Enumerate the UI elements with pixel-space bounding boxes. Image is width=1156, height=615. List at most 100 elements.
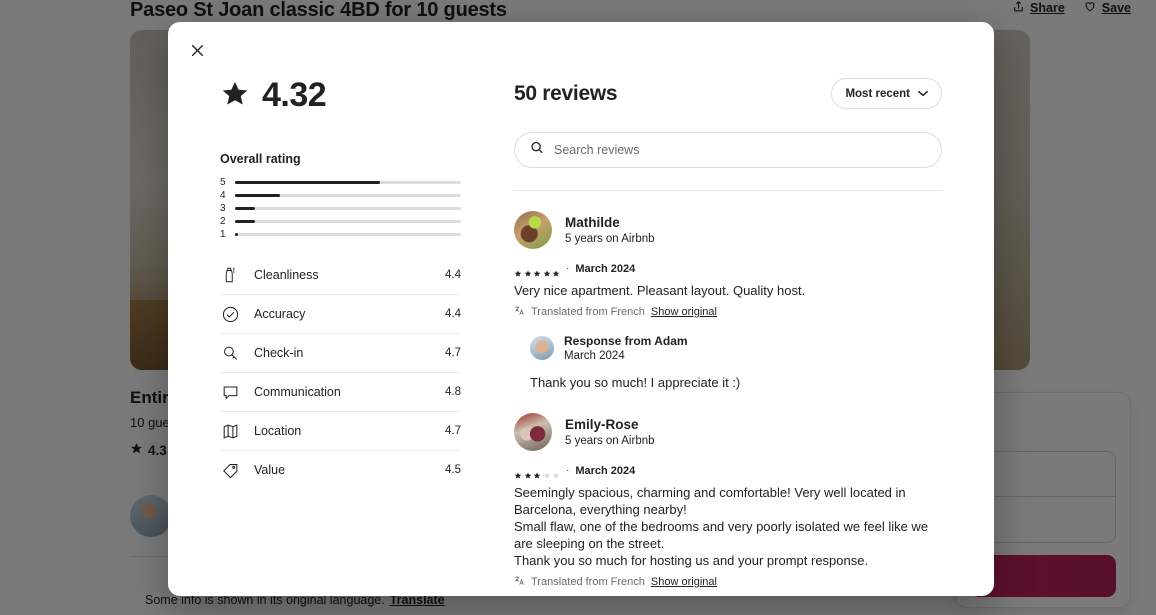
distribution-fill: [235, 180, 380, 185]
search-reviews-wrapper: [514, 132, 942, 168]
distribution-track: [235, 193, 461, 198]
divider: [514, 190, 942, 191]
distribution-row: 2: [220, 215, 461, 228]
reviews-list: Mathilde 5 years on Airbnb · March 2024 …: [514, 211, 942, 596]
rating-category-label: Check-in: [254, 346, 304, 360]
host-response-header: Response from Adam March 2024: [530, 334, 942, 362]
review-date: March 2024: [575, 263, 636, 275]
translation-note: Translated from French Show original: [514, 305, 942, 319]
modal-body: 4.32 Overall rating 5 4 3 2 1 Cleanlines…: [168, 22, 994, 596]
translation-note-text: Translated from French: [531, 306, 645, 318]
star-icon: [552, 265, 560, 277]
avatar[interactable]: [514, 413, 552, 451]
distribution-row: 3: [220, 202, 461, 215]
star-icon: [543, 467, 551, 479]
reviewer-header: Emily-Rose 5 years on Airbnb: [514, 413, 942, 451]
star-icon: [543, 265, 551, 277]
location-icon: [220, 421, 240, 441]
rating-category-value: 4.7: [445, 425, 461, 437]
rating-category-communication: Communication 4.8: [220, 372, 461, 411]
distribution-fill: [235, 219, 256, 224]
rating-category-value: Value 4.5: [220, 450, 461, 489]
star-icon: [514, 265, 522, 277]
distribution-track: [235, 180, 461, 185]
host-response-date: March 2024: [564, 350, 625, 362]
distribution-row: 5: [220, 176, 461, 189]
translate-icon: [514, 575, 525, 589]
communication-icon: [220, 382, 240, 402]
rating-category-label: Accuracy: [254, 307, 306, 321]
accuracy-icon: [220, 304, 240, 324]
reviews-modal: 4.32 Overall rating 5 4 3 2 1 Cleanlines…: [168, 22, 994, 596]
rating-category-label: Value: [254, 463, 286, 477]
distribution-star-label: 1: [220, 229, 226, 240]
star-icon: [514, 467, 522, 479]
sort-dropdown[interactable]: Most recent: [831, 78, 942, 109]
star-icon: [533, 467, 541, 479]
ratings-summary-panel: 4.32 Overall rating 5 4 3 2 1 Cleanlines…: [168, 22, 490, 596]
rating-category-label: Cleanliness: [254, 267, 319, 282]
distribution-track: [235, 206, 461, 211]
distribution-row: 1: [220, 228, 461, 241]
value-icon: [220, 460, 240, 480]
overall-rating-label: Overall rating: [220, 152, 301, 166]
rating-category-location: Location 4.7: [220, 411, 461, 450]
distribution-row: 4: [220, 189, 461, 202]
host-response: Response from Adam March 2024 Thank you …: [530, 334, 942, 391]
show-original-link[interactable]: Show original: [651, 306, 717, 318]
show-original-link[interactable]: Show original: [651, 576, 717, 588]
search-input[interactable]: [514, 132, 942, 168]
review-text: Seemingly spacious, charming and comfort…: [514, 485, 929, 568]
overall-score-row: 4.32: [220, 78, 490, 112]
host-response-text: Thank you so much! I appreciate it :): [530, 375, 741, 390]
star-rating: [514, 467, 560, 479]
translate-icon: [514, 305, 525, 319]
separator-dot: ·: [566, 465, 570, 476]
review-item: Mathilde 5 years on Airbnb · March 2024 …: [514, 211, 942, 391]
separator-dot: ·: [566, 263, 570, 274]
reviewer-tenure: 5 years on Airbnb: [565, 435, 655, 447]
star-icon: [524, 265, 532, 277]
rating-category-checkin: Check-in 4.7: [220, 333, 461, 372]
star-icon: [533, 265, 541, 277]
overall-score: 4.32: [262, 76, 327, 114]
checkin-icon: [220, 343, 240, 363]
distribution-track: [235, 232, 461, 237]
star-icon: [552, 467, 560, 479]
search-icon: [530, 141, 544, 160]
rating-distribution: 5 4 3 2 1: [220, 176, 461, 241]
reviews-count-heading: 50 reviews: [514, 81, 618, 105]
chevron-down-icon: [918, 88, 928, 100]
distribution-star-label: 3: [220, 203, 226, 214]
rating-category-value: 4.5: [445, 464, 461, 476]
reviews-header: 50 reviews Most recent: [514, 78, 942, 109]
reviewer-name: Emily-Rose: [565, 417, 639, 432]
distribution-star-label: 5: [220, 177, 226, 188]
distribution-fill: [235, 206, 256, 211]
distribution-fill: [235, 232, 239, 237]
distribution-track: [235, 219, 461, 224]
translation-note-text: Translated from French: [531, 576, 645, 588]
avatar[interactable]: [530, 336, 554, 360]
reviewer-name: Mathilde: [565, 215, 620, 230]
rating-category-cleanliness: Cleanliness 4.4: [220, 255, 461, 294]
distribution-star-label: 4: [220, 190, 226, 201]
host-response-name: Response from Adam: [564, 334, 688, 348]
sort-label: Most recent: [845, 87, 910, 100]
distribution-fill: [235, 193, 281, 198]
review-date: March 2024: [575, 465, 636, 477]
avatar[interactable]: [514, 211, 552, 249]
rating-categories: Cleanliness 4.4 Accuracy 4.4 Check-in 4.…: [220, 255, 461, 489]
translation-note: Translated from French Show original: [514, 575, 942, 589]
star-icon: [220, 80, 250, 110]
star-icon: [524, 467, 532, 479]
rating-category-label: Location: [254, 424, 302, 438]
distribution-star-label: 2: [220, 216, 226, 227]
rating-category-accuracy: Accuracy 4.4: [220, 294, 461, 333]
rating-category-value: 4.4: [445, 268, 461, 281]
reviews-panel: 50 reviews Most recent Search reviews Ma…: [490, 22, 994, 596]
reviewer-tenure: 5 years on Airbnb: [565, 233, 655, 245]
review-rating-row: · March 2024: [514, 465, 942, 479]
star-rating: [514, 265, 560, 277]
rating-category-value: 4.4: [445, 308, 461, 320]
